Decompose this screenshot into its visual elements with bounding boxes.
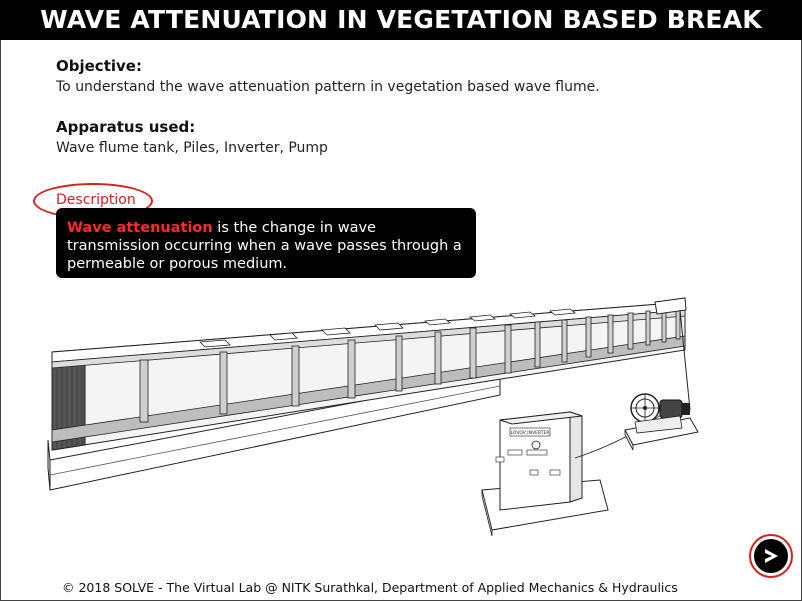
- flume-tank: [51, 297, 691, 451]
- inverter-cabinet: LOVOV INVERTER: [481, 411, 609, 537]
- pump-motor: [624, 393, 699, 451]
- next-button-circle: [754, 539, 788, 573]
- next-button[interactable]: [749, 534, 793, 578]
- objective-text: To understand the wave attenuation patte…: [56, 79, 600, 95]
- footer-copyright: © 2018 SOLVE - The Virtual Lab @ NITK Su…: [62, 580, 678, 595]
- tooltip-term: Wave attenuation: [67, 220, 213, 236]
- wave-flume-illustration: LOVOV INVERTER: [47, 297, 699, 537]
- description-link[interactable]: Description: [56, 192, 136, 208]
- apparatus-text: Wave flume tank, Piles, Inverter, Pump: [56, 140, 328, 156]
- inverter-label: LOVOV INVERTER: [511, 430, 550, 436]
- description-tooltip: Wave attenuation is the change in wave t…: [56, 208, 476, 278]
- page-title: WAVE ATTENUATION IN VEGETATION BASED BRE…: [0, 0, 802, 40]
- apparatus-heading: Apparatus used:: [56, 118, 196, 136]
- arrow-right-icon: [765, 549, 778, 563]
- objective-heading: Objective:: [56, 57, 142, 75]
